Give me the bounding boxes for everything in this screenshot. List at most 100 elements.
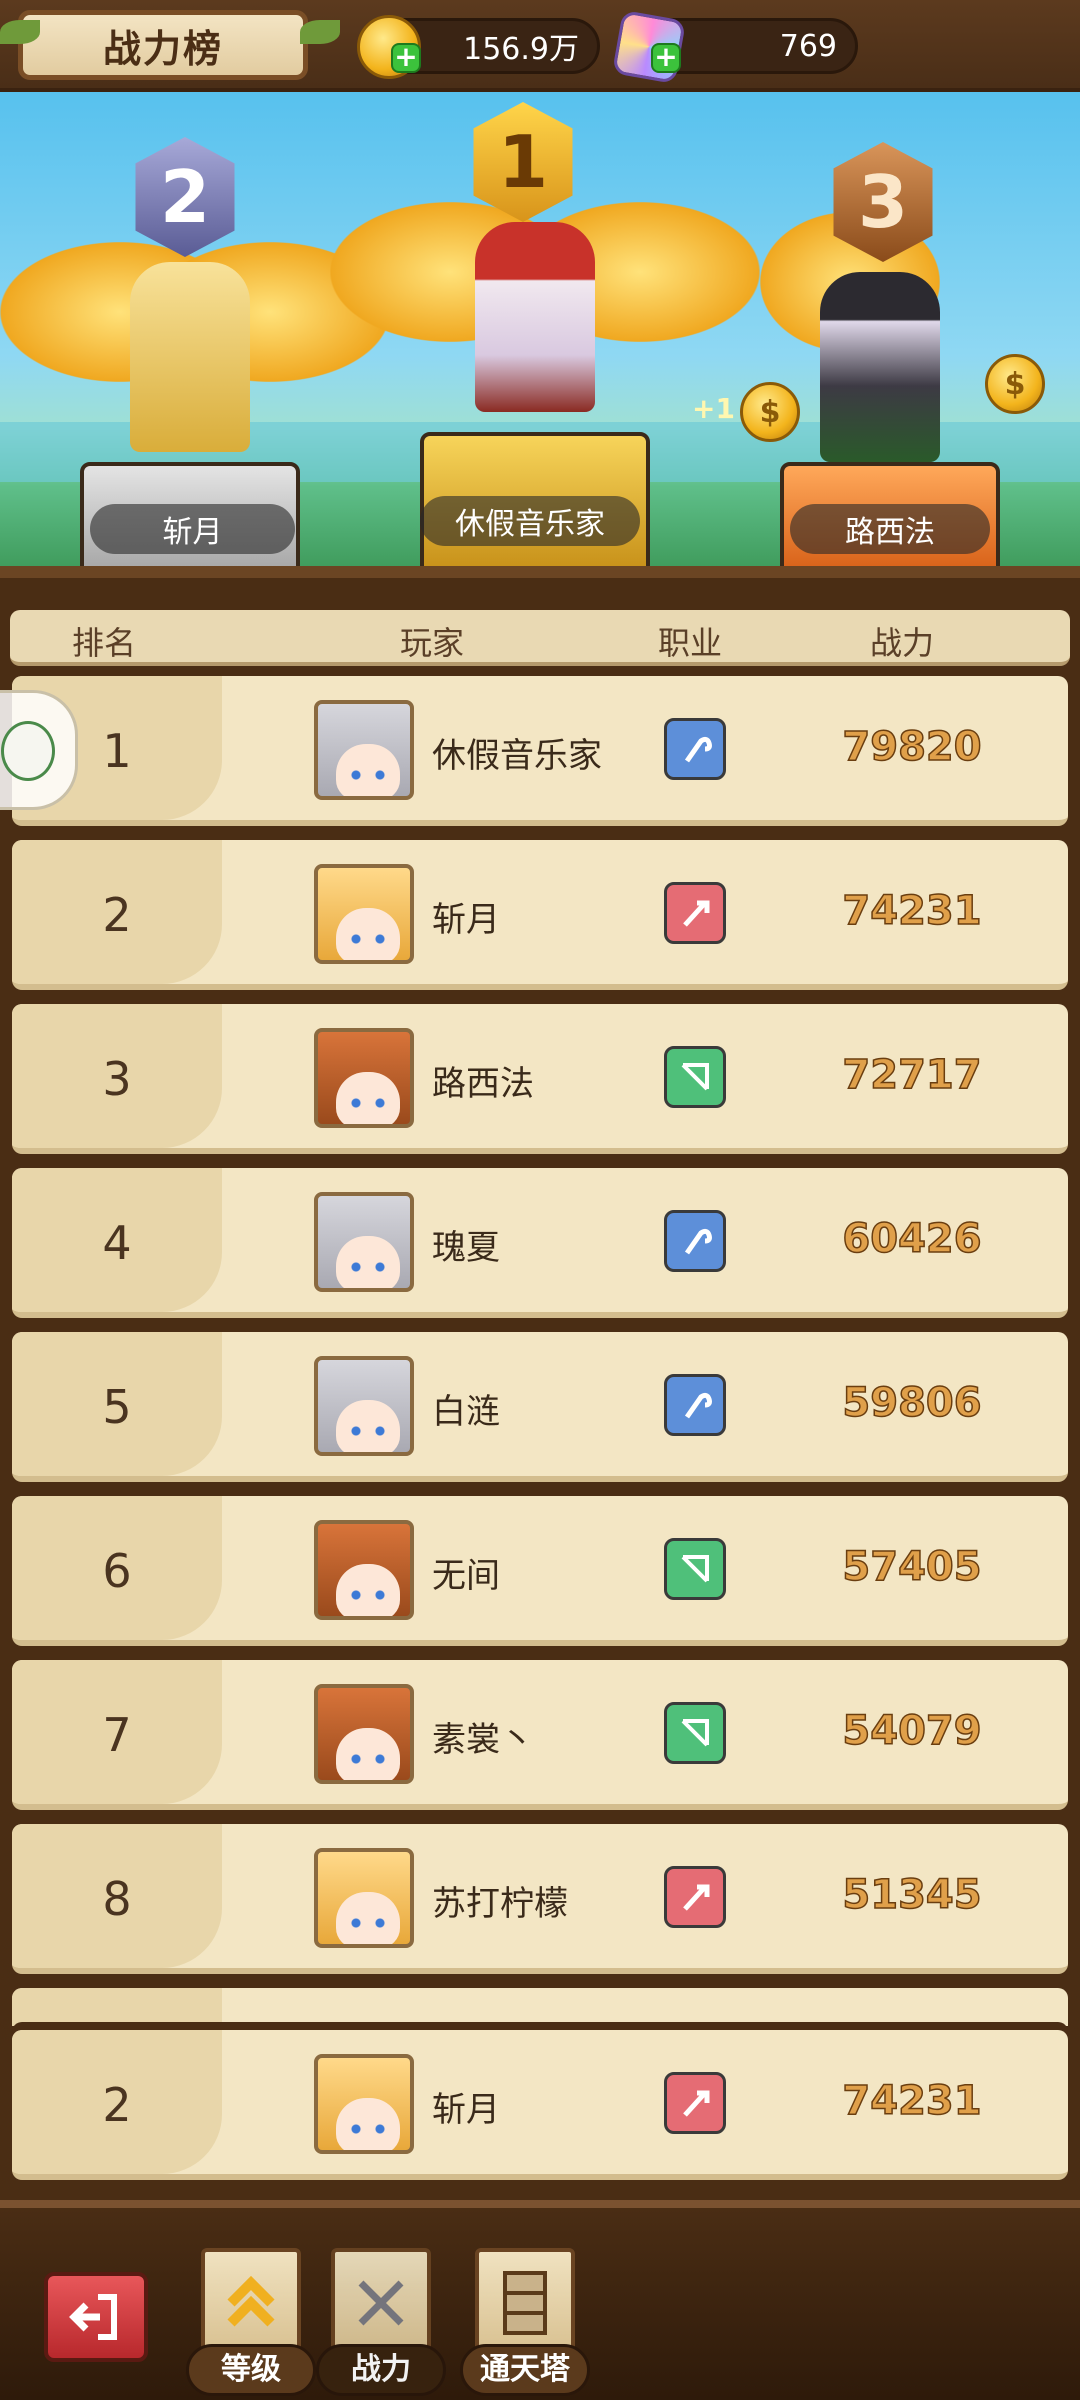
back-button[interactable] — [44, 2272, 148, 2362]
player-avatar[interactable] — [314, 1028, 414, 1128]
table-row[interactable]: 5 白涟 59806 — [12, 1332, 1068, 1482]
power-value: 72717 — [842, 1051, 983, 1099]
ranking-list[interactable]: 1 休假音乐家 79820 2 斩月 74231 3 路西法 72717 4 瑰… — [0, 676, 1080, 2026]
add-gold-plus-icon[interactable]: + — [391, 43, 421, 73]
bottom-nav: 等级 战力 通天塔 — [0, 2200, 1080, 2400]
first-place-name: 休假音乐家 — [420, 496, 640, 546]
table-row[interactable]: 1 休假音乐家 79820 — [12, 676, 1068, 826]
rank-number: 3 — [102, 1052, 132, 1106]
table-row[interactable]: 8 苏打柠檬 51345 — [12, 1824, 1068, 1974]
archer-bow-icon — [681, 1719, 709, 1747]
second-place-name: 斩月 — [90, 504, 295, 554]
player-name: 瑰夏 — [432, 1228, 500, 1268]
first-place-character[interactable] — [475, 222, 595, 412]
power-value: 60426 — [842, 1215, 983, 1263]
class-badge — [664, 882, 726, 944]
power-value: 74231 — [842, 887, 983, 935]
rank-number: 2 — [102, 2078, 132, 2132]
column-header-row: 排名 玩家 职业 战力 — [10, 610, 1070, 666]
column-power: 战力 — [870, 624, 935, 662]
third-place-name: 路西法 — [790, 504, 990, 554]
tower-icon — [475, 2248, 575, 2358]
power-value: 51345 — [842, 1871, 983, 1919]
class-badge — [664, 1702, 726, 1764]
tab-level[interactable]: 等级 — [186, 2248, 316, 2398]
class-badge — [664, 2072, 726, 2134]
player-avatar[interactable] — [314, 1848, 414, 1948]
player-avatar[interactable] — [314, 1684, 414, 1784]
player-name: 白涟 — [432, 1392, 500, 1432]
archer-bow-icon — [681, 1063, 709, 1091]
rank-number: 2 — [102, 888, 132, 942]
player-name: 斩月 — [432, 2090, 500, 2130]
player-avatar[interactable] — [314, 864, 414, 964]
class-badge — [664, 1374, 726, 1436]
rank-2-badge: 2 — [135, 137, 235, 257]
level-up-arrow-icon — [201, 2248, 301, 2358]
table-row-partial[interactable] — [12, 1988, 1068, 2026]
player-name: 斩月 — [432, 900, 500, 940]
class-badge — [664, 1210, 726, 1272]
second-place-character[interactable] — [130, 262, 250, 452]
table-row[interactable]: 7 素裳丶 54079 — [12, 1660, 1068, 1810]
rank-number: 6 — [102, 1544, 132, 1598]
power-value: 57405 — [842, 1543, 983, 1591]
tab-power[interactable]: 战力 — [316, 2248, 446, 2398]
add-gem-plus-icon[interactable]: + — [651, 43, 681, 73]
class-badge — [664, 1538, 726, 1600]
gold-coin-icon: $ — [740, 382, 800, 442]
tab-tower-label: 通天塔 — [460, 2344, 590, 2396]
warrior-sword-icon — [683, 900, 710, 927]
player-name: 素裳丶 — [432, 1720, 534, 1760]
third-place-character[interactable] — [820, 272, 940, 462]
player-avatar[interactable] — [314, 2054, 414, 2154]
tab-tower[interactable]: 通天塔 — [460, 2248, 590, 2398]
warrior-sword-icon — [683, 1884, 710, 1911]
table-row[interactable]: 4 瑰夏 60426 — [12, 1168, 1068, 1318]
exit-arrow-icon — [69, 2294, 117, 2340]
gold-coin-icon: $ — [985, 354, 1045, 414]
player-name: 休假音乐家 — [432, 736, 602, 776]
power-value: 79820 — [842, 723, 983, 771]
player-avatar[interactable] — [314, 1356, 414, 1456]
rank-number: 7 — [102, 1708, 132, 1762]
power-value: 74231 — [842, 2077, 983, 2125]
archer-bow-icon — [681, 1555, 709, 1583]
table-row[interactable]: 3 路西法 72717 — [12, 1004, 1068, 1154]
mage-staff-icon — [684, 736, 712, 763]
top-bar: 战力榜 + 156.9万 + 769 — [0, 0, 1080, 92]
tab-power-label: 战力 — [316, 2344, 446, 2396]
mage-staff-icon — [684, 1228, 712, 1255]
rank-number: 5 — [102, 1380, 132, 1434]
player-avatar[interactable] — [314, 1520, 414, 1620]
page-title: 战力榜 — [102, 26, 223, 71]
power-value: 59806 — [842, 1379, 983, 1427]
table-row[interactable]: 2 斩月 74231 — [12, 840, 1068, 990]
gem-amount: 769 — [779, 28, 837, 64]
table-row[interactable]: 6 无间 57405 — [12, 1496, 1068, 1646]
mage-staff-icon — [684, 1392, 712, 1419]
gold-amount: 156.9万 — [463, 32, 579, 67]
player-name: 路西法 — [432, 1064, 534, 1104]
column-rank: 排名 — [72, 624, 137, 662]
crossed-swords-icon — [331, 2248, 431, 2358]
class-badge — [664, 718, 726, 780]
column-class: 职业 — [658, 624, 723, 662]
rank-number: 4 — [102, 1216, 132, 1270]
title-plank: 战力榜 — [18, 10, 308, 80]
my-rank-row[interactable]: 2 斩月 74231 — [12, 2030, 1068, 2180]
rank-number: 8 — [102, 1872, 132, 1926]
power-value: 54079 — [842, 1707, 983, 1755]
warrior-sword-icon — [683, 2090, 710, 2117]
player-name: 苏打柠檬 — [432, 1884, 568, 1924]
gold-counter[interactable]: + 156.9万 — [357, 15, 600, 79]
rank-number: 1 — [102, 724, 132, 778]
player-name: 无间 — [432, 1556, 500, 1596]
gem-counter[interactable]: + 769 — [611, 9, 858, 85]
leaf-decoration — [0, 20, 40, 44]
player-avatar[interactable] — [314, 1192, 414, 1292]
coin-bonus-text: +1 — [692, 392, 735, 425]
floating-side-button[interactable] — [0, 690, 78, 810]
leaf-decoration — [300, 20, 340, 44]
player-avatar[interactable] — [314, 700, 414, 800]
